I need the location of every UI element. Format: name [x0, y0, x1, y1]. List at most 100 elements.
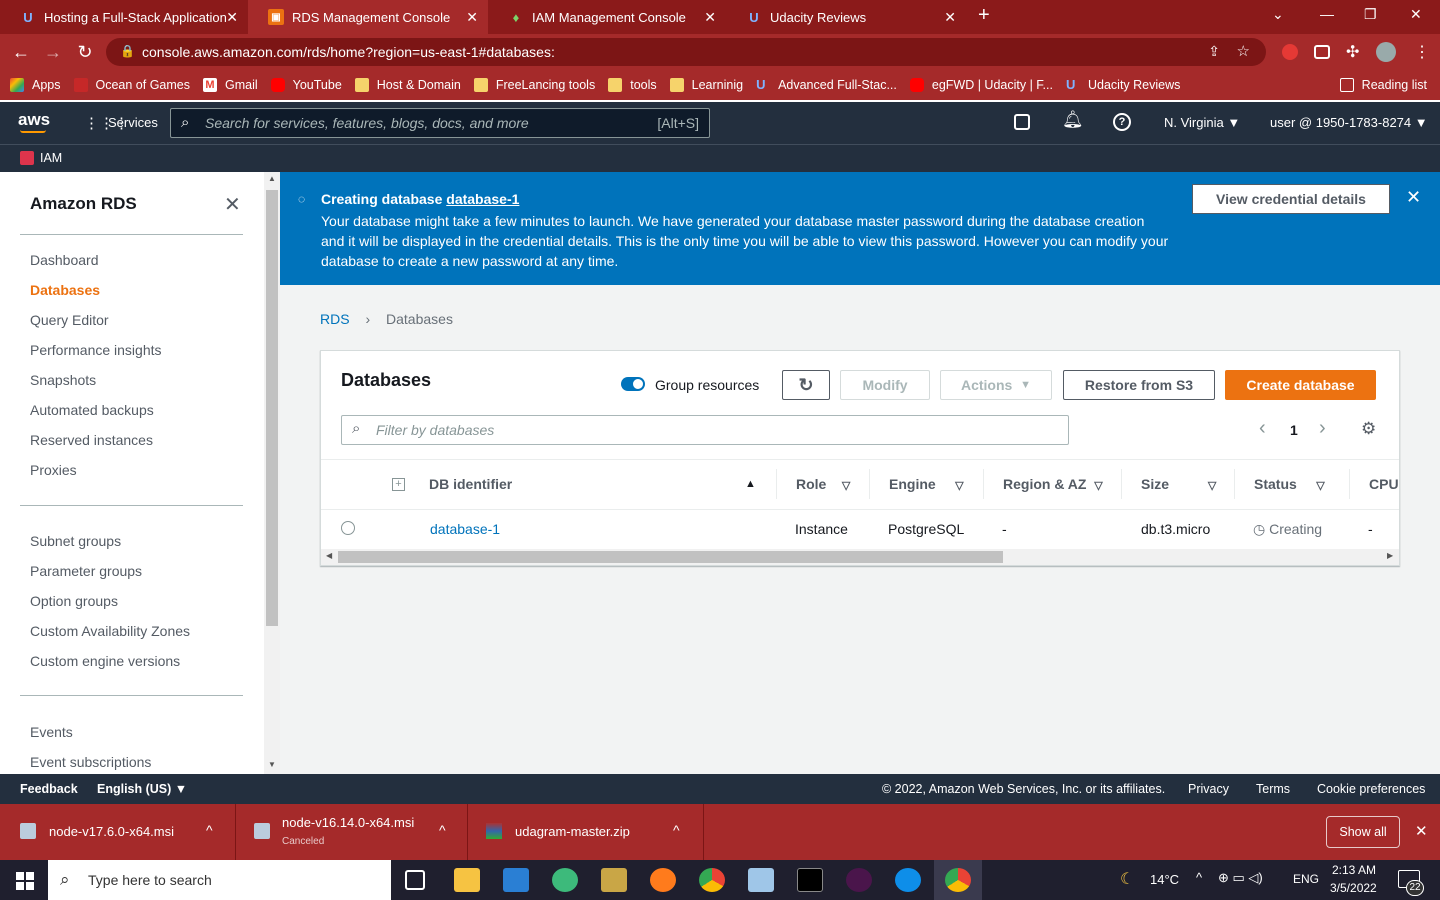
language-selector[interactable]: English (US) ▼ — [97, 782, 187, 796]
system-tray-icons[interactable]: ⊕ ▭ ◁) — [1218, 870, 1263, 886]
taskbar-search-box[interactable]: ⌕ Type here to search — [48, 860, 391, 900]
refresh-button[interactable]: ↻ — [782, 370, 830, 400]
row-select-radio[interactable] — [341, 521, 355, 535]
menu-kebab-icon[interactable]: ⋮ — [1414, 42, 1430, 62]
sidebar-item-query-editor[interactable]: Query Editor — [30, 312, 109, 328]
gear-icon[interactable]: ⚙ — [1361, 419, 1376, 439]
aws-logo[interactable]: aws — [18, 110, 50, 130]
scroll-right-icon[interactable]: ▶ — [1387, 551, 1393, 560]
scroll-down-icon[interactable]: ▼ — [268, 760, 276, 769]
sidebar-item-reserved-instances[interactable]: Reserved instances — [30, 432, 153, 448]
close-icon[interactable]: ✕ — [704, 9, 716, 26]
aws-search-input[interactable]: ⌕ Search for services, features, blogs, … — [170, 108, 710, 138]
browser-tab[interactable]: ♦ IAM Management Console ✕ — [488, 0, 726, 34]
file-explorer-icon[interactable] — [454, 868, 480, 892]
next-page-icon[interactable]: › — [1319, 417, 1326, 440]
sidebar-item-events[interactable]: Events — [30, 724, 73, 740]
column-cpu[interactable]: CPU — [1369, 476, 1399, 492]
forward-icon[interactable]: → — [42, 42, 64, 63]
sidebar-item-custom-engine-versions[interactable]: Custom engine versions — [30, 653, 180, 669]
filter-databases-input[interactable]: ⌕ Filter by databases — [341, 415, 1069, 445]
favorite-iam[interactable]: IAM — [40, 151, 62, 165]
account-menu[interactable]: user @ 1950-1783-8274 ▼ — [1270, 115, 1428, 130]
clock-time[interactable]: 2:13 AM — [1332, 863, 1376, 877]
region-selector[interactable]: N. Virginia ▼ — [1164, 115, 1240, 130]
download-item[interactable]: node-v16.14.0-x64.msi Canceled ^ — [236, 804, 468, 860]
terminal-icon[interactable] — [797, 868, 823, 892]
actions-button[interactable]: Actions ▼ — [940, 370, 1052, 400]
column-engine[interactable]: Engine ▽ — [889, 476, 964, 492]
browser-tab[interactable]: U Hosting a Full-Stack Application ✕ — [0, 0, 248, 34]
column-size[interactable]: Size ▽ — [1141, 476, 1216, 492]
db-identifier-link[interactable]: database-1 — [430, 521, 500, 537]
sidebar-item-event-subscriptions[interactable]: Event subscriptions — [30, 754, 151, 770]
close-icon[interactable]: ✕ — [466, 9, 478, 26]
profile-avatar[interactable] — [1376, 42, 1396, 62]
game-launcher-icon[interactable] — [601, 868, 627, 892]
chevron-up-icon[interactable]: ^ — [206, 822, 213, 838]
sidebar-item-dashboard[interactable]: Dashboard — [30, 252, 99, 268]
scrollbar-thumb[interactable] — [266, 190, 278, 626]
address-bar[interactable]: 🔒 console.aws.amazon.com/rds/home?region… — [106, 38, 1266, 66]
sidebar-item-proxies[interactable]: Proxies — [30, 462, 77, 478]
sort-ascending-icon[interactable]: ▲ — [745, 478, 756, 490]
extension-icon[interactable] — [1282, 44, 1298, 60]
bookmark[interactable]: egFWD | Udacity | F... — [909, 78, 1053, 92]
terms-link[interactable]: Terms — [1256, 782, 1290, 796]
sidebar-item-option-groups[interactable]: Option groups — [30, 593, 118, 609]
sidebar-item-databases[interactable]: Databases — [30, 282, 100, 298]
chevron-up-icon[interactable]: ^ — [673, 822, 680, 838]
group-resources-toggle[interactable] — [621, 377, 645, 391]
notepad-icon[interactable] — [748, 868, 774, 892]
bookmark[interactable]: YouTube — [270, 78, 342, 92]
column-region-az[interactable]: Region & AZ ▽ — [1003, 476, 1103, 492]
create-database-button[interactable]: Create database — [1225, 370, 1376, 400]
close-icon[interactable]: ✕ — [1406, 187, 1421, 208]
tab-search-icon[interactable]: ⌄ — [1272, 6, 1284, 23]
chevron-up-icon[interactable]: ^ — [439, 822, 446, 838]
minimize-icon[interactable]: — — [1320, 6, 1334, 22]
scroll-left-icon[interactable]: ◀ — [326, 551, 332, 560]
bookmark[interactable]: M Gmail — [203, 78, 258, 92]
back-icon[interactable]: ← — [10, 42, 32, 63]
download-item[interactable]: node-v17.6.0-x64.msi ^ — [0, 804, 236, 860]
column-role[interactable]: Role ▽ — [796, 476, 850, 492]
sidebar-item-performance-insights[interactable]: Performance insights — [30, 342, 162, 358]
bookmark-apps[interactable]: Apps — [10, 78, 61, 92]
bell-icon[interactable]: 🔔︎ — [1062, 110, 1084, 130]
reload-icon[interactable]: ↻ — [74, 42, 96, 63]
breadcrumb-rds[interactable]: RDS — [320, 311, 350, 327]
column-status[interactable]: Status ▽ — [1254, 476, 1325, 492]
browser-tab[interactable]: U Udacity Reviews ✕ — [726, 0, 966, 34]
bookmark[interactable]: U Advanced Full-Stac... — [756, 78, 897, 93]
help-icon[interactable]: ? — [1113, 113, 1131, 131]
task-view-icon[interactable] — [405, 870, 425, 890]
scrollbar-thumb[interactable] — [338, 551, 1003, 563]
clock-date[interactable]: 3/5/2022 — [1330, 881, 1377, 895]
sidebar-item-custom-azs[interactable]: Custom Availability Zones — [30, 623, 190, 639]
sidebar-item-snapshots[interactable]: Snapshots — [30, 372, 96, 388]
restore-from-s3-button[interactable]: Restore from S3 — [1063, 370, 1215, 400]
bookmark-folder[interactable]: tools — [608, 78, 657, 92]
close-icon[interactable]: ✕ — [944, 9, 956, 26]
bookmark[interactable]: Ocean of Games — [73, 78, 190, 92]
download-item[interactable]: udagram-master.zip ^ — [468, 804, 704, 860]
flash-db-link[interactable]: database-1 — [446, 191, 519, 207]
modify-button[interactable]: Modify — [840, 370, 930, 400]
close-icon[interactable]: ✕ — [226, 9, 238, 26]
star-icon[interactable]: ☆ — [1237, 42, 1250, 60]
sidebar-item-parameter-groups[interactable]: Parameter groups — [30, 563, 142, 579]
restore-icon[interactable]: ❐ — [1364, 6, 1377, 23]
show-hidden-icons-icon[interactable]: ^ — [1196, 870, 1202, 885]
screen-capture-icon[interactable] — [1314, 45, 1330, 59]
weather-temp[interactable]: 14°C — [1150, 872, 1179, 887]
sidebar-item-subnet-groups[interactable]: Subnet groups — [30, 533, 121, 549]
bookmark[interactable]: U Udacity Reviews — [1066, 78, 1180, 93]
language-indicator[interactable]: ENG — [1293, 872, 1319, 886]
page-number[interactable]: 1 — [1290, 422, 1298, 438]
cloudshell-icon[interactable] — [1014, 114, 1030, 130]
feedback-link[interactable]: Feedback — [20, 782, 78, 796]
close-icon[interactable]: ✕ — [224, 192, 241, 217]
table-horizontal-scrollbar[interactable]: ◀ ▶ — [321, 549, 1399, 565]
cookie-preferences-link[interactable]: Cookie preferences — [1317, 782, 1425, 796]
